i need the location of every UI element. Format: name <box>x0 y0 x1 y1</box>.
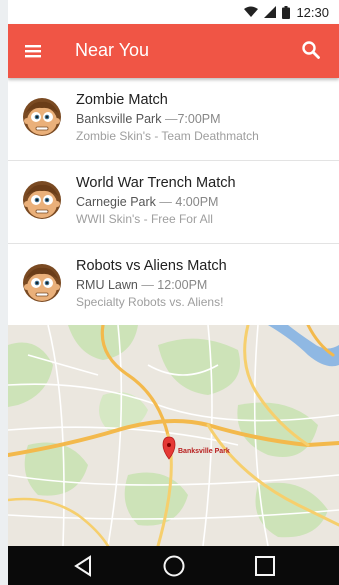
avatar <box>23 181 61 219</box>
event-location-time: Carnegie Park — 4:00PM <box>76 195 219 209</box>
page-title: Near You <box>75 40 150 60</box>
back-icon[interactable] <box>70 554 96 578</box>
event-title: World War Trench Match <box>76 175 236 191</box>
event-description: WWII Skin's - Free For All <box>76 212 213 226</box>
app-bar: Near You <box>8 24 339 78</box>
avatar <box>23 98 61 136</box>
event-location: Carnegie Park <box>76 195 156 209</box>
list-item[interactable]: Robots vs Aliens Match RMU Lawn — 12:00P… <box>8 244 339 326</box>
event-location: Banksville Park <box>76 112 162 126</box>
event-description: Zombie Skin's - Team Deathmatch <box>76 129 259 143</box>
battery-icon <box>282 5 291 19</box>
search-icon[interactable] <box>299 38 323 62</box>
list-item[interactable]: World War Trench Match Carnegie Park — 4… <box>8 161 339 244</box>
event-description: Specialty Robots vs. Aliens! <box>76 295 224 309</box>
menu-icon[interactable] <box>22 41 44 61</box>
event-list: Zombie Match Banksville Park —7:00PM Zom… <box>8 78 339 326</box>
status-bar: 12:30 <box>8 0 339 24</box>
event-location: RMU Lawn <box>76 278 138 292</box>
list-item[interactable]: Zombie Match Banksville Park —7:00PM Zom… <box>8 78 339 161</box>
event-time: 4:00PM <box>175 195 219 209</box>
recents-icon[interactable] <box>252 554 278 578</box>
event-location-time: Banksville Park —7:00PM <box>76 112 221 126</box>
event-time: 7:00PM <box>177 112 221 126</box>
map-canvas[interactable]: Banksville Park <box>8 325 339 546</box>
app-screen: 12:30 Near You Zombie Match Banksville P… <box>8 0 339 585</box>
avatar <box>23 264 61 302</box>
home-icon[interactable] <box>161 554 187 578</box>
map-view[interactable]: Banksville Park <box>8 325 339 546</box>
event-location-time: RMU Lawn — 12:00PM <box>76 278 208 292</box>
status-time: 12:30 <box>296 4 329 20</box>
system-nav-bar <box>8 546 339 585</box>
signal-icon <box>264 6 277 18</box>
map-marker-label: Banksville Park <box>178 448 230 455</box>
event-title: Zombie Match <box>76 92 168 108</box>
event-title: Robots vs Aliens Match <box>76 258 227 274</box>
event-time: 12:00PM <box>157 278 208 292</box>
wifi-icon <box>244 6 259 17</box>
